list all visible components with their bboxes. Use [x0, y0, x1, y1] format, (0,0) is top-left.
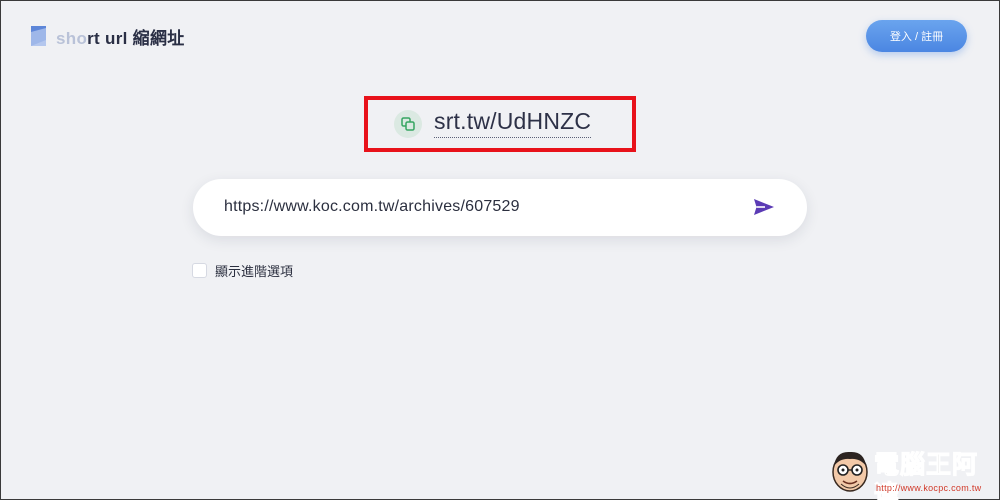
advanced-options-row[interactable]: 顯示進階選項 [192, 261, 293, 280]
screenshot-frame [0, 0, 1000, 500]
long-url-input[interactable] [224, 193, 744, 221]
logo-mark-icon [31, 26, 46, 46]
watermark-url: http://www.kocpc.com.tw [876, 483, 982, 493]
shorten-submit-button[interactable] [751, 195, 777, 219]
copy-icon [401, 117, 415, 131]
logo-text-dim: sho [56, 28, 88, 48]
copy-button[interactable] [394, 110, 422, 138]
logo-text-main: rt url 縮網址 [87, 28, 185, 48]
logo-text: short url 縮網址 [56, 24, 185, 49]
advanced-options-label[interactable]: 顯示進階選項 [215, 261, 293, 280]
short-url-result-highlight: srt.tw/UdHNZC [364, 96, 636, 152]
watermark: 電腦王阿達 http://www.kocpc.com.tw [826, 448, 994, 500]
short-url-link[interactable]: srt.tw/UdHNZC [434, 108, 592, 138]
url-input-bar [193, 179, 807, 236]
send-icon [754, 199, 774, 215]
site-logo[interactable]: short url 縮網址 [31, 24, 185, 49]
mascot-face-icon [832, 451, 868, 492]
login-register-button[interactable]: 登入 / 註冊 [866, 20, 967, 52]
advanced-options-checkbox[interactable] [192, 262, 207, 278]
